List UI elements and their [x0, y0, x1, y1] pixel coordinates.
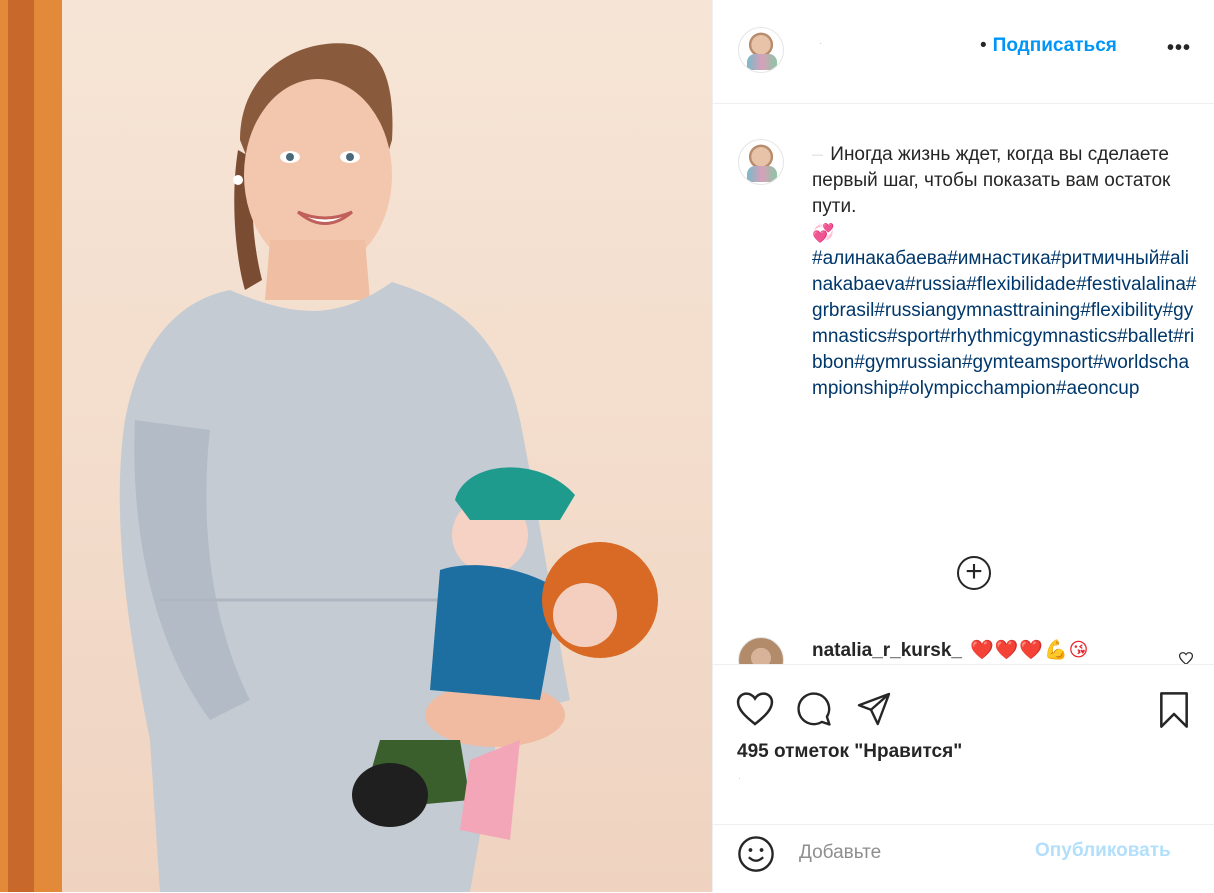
bookmark-icon[interactable]: [1157, 691, 1191, 729]
caption-body: Иногда жизнь ждет, когда вы сделаете пер…: [812, 144, 1171, 218]
emoji-icon[interactable]: [737, 835, 775, 873]
commenter-avatar[interactable]: [738, 637, 784, 664]
post-actions: 495 отметок "Нравится" ·: [713, 664, 1214, 825]
right-pupil: [346, 153, 354, 161]
publish-button[interactable]: Опубликовать: [1035, 840, 1171, 862]
doll2-face: [553, 583, 617, 647]
left-pupil: [286, 153, 294, 161]
caption-author-avatar[interactable]: [738, 139, 784, 185]
post-header: · • Подписаться •••: [713, 0, 1214, 104]
photo-illustration: [0, 0, 658, 892]
caption-text: — Иногда жизнь ждет, когда вы сделаете п…: [812, 142, 1197, 402]
caption-author-blurred[interactable]: —: [812, 149, 825, 161]
comment-icon[interactable]: [795, 691, 833, 727]
earring: [233, 175, 243, 185]
caption-emoji: 💞: [812, 223, 835, 244]
comments-area: — Иногда жизнь ждет, когда вы сделаете п…: [713, 104, 1214, 664]
share-icon[interactable]: [855, 691, 893, 727]
follow-separator: •: [980, 35, 987, 56]
doll-shoes: [352, 763, 428, 827]
instagram-post: · • Подписаться ••• — Иногда жизнь ждет, …: [0, 0, 1214, 892]
post-photo[interactable]: [0, 0, 712, 892]
heart-outline-icon[interactable]: [736, 691, 774, 727]
comment-username-text[interactable]: natalia_r_kursk_: [812, 640, 962, 661]
follow-button[interactable]: • Подписаться: [980, 35, 1117, 57]
ellipsis-icon[interactable]: •••: [1167, 37, 1191, 60]
author-name-blurred[interactable]: ·: [819, 38, 823, 49]
author-avatar[interactable]: [738, 27, 784, 73]
follow-label: Подписаться: [992, 35, 1117, 56]
neck: [265, 240, 370, 300]
likes-count[interactable]: 495 отметок "Нравится": [737, 741, 962, 763]
comment-input[interactable]: [797, 839, 1031, 867]
post-side-panel: · • Подписаться ••• — Иногда жизнь ждет, …: [712, 0, 1214, 892]
door-frame-shadow: [8, 0, 34, 892]
post-timestamp[interactable]: ·: [738, 773, 741, 783]
comment-username[interactable]: natalia_r_kursk_ ❤️❤️❤️💪😘: [812, 638, 1089, 662]
load-more-comments-icon[interactable]: +: [957, 556, 991, 590]
caption-hashtags[interactable]: #алинакабаева#имнастика#ритмичный#alinak…: [812, 248, 1196, 399]
add-comment-bar: Опубликовать: [713, 824, 1214, 893]
comment-text: ❤️❤️❤️💪😘: [970, 640, 1090, 661]
doll-body: [430, 565, 560, 700]
heart-outline-icon[interactable]: [1179, 652, 1193, 664]
